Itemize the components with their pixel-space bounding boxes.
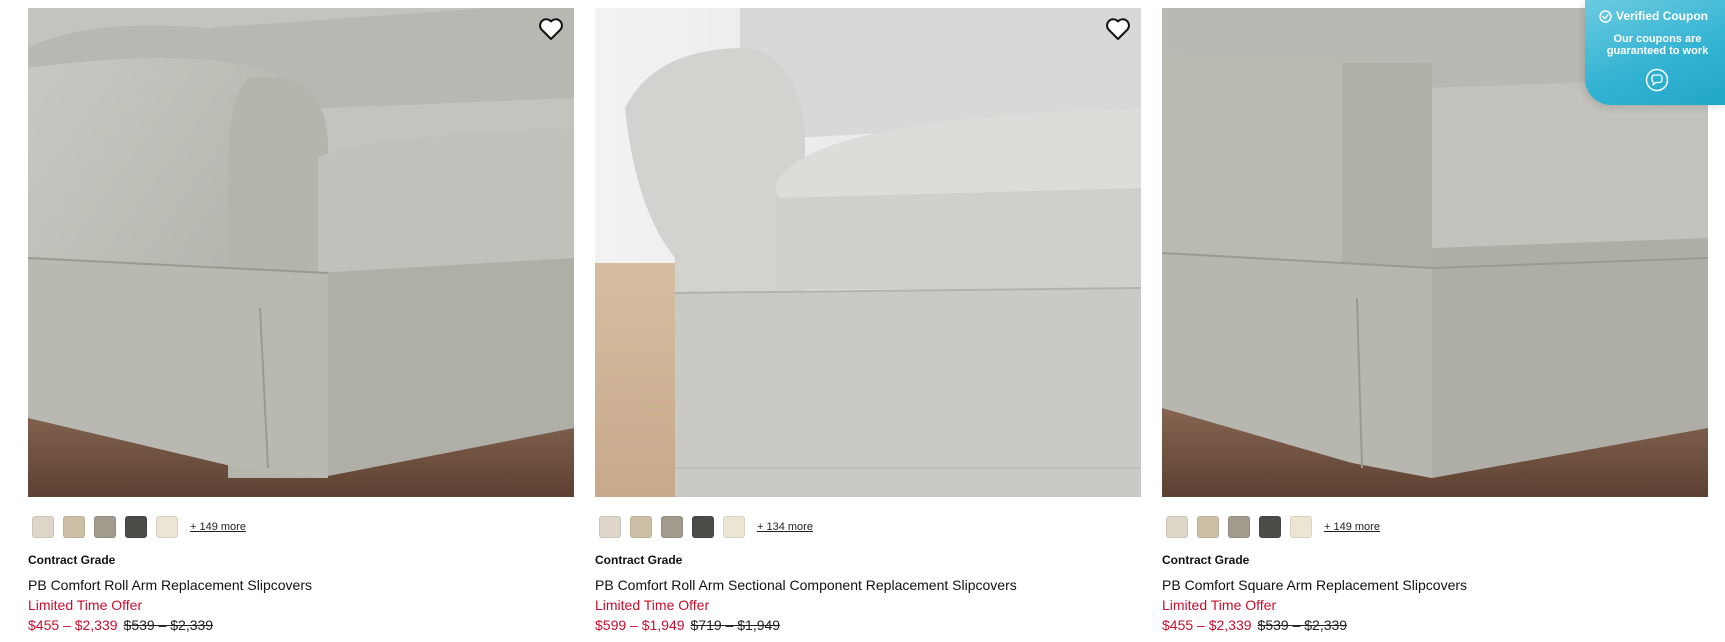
sale-price: $599 – $1,949 bbox=[595, 617, 685, 633]
product-grade: Contract Grade bbox=[28, 553, 116, 567]
color-swatch[interactable] bbox=[1197, 516, 1219, 538]
product-grid: + 149 more Contract Grade PB Comfort Rol… bbox=[28, 8, 1708, 633]
coupon-subtitle: Our coupons are guaranteed to work bbox=[1606, 33, 1709, 57]
product-grade: Contract Grade bbox=[595, 553, 683, 567]
chat-bubble-icon[interactable] bbox=[1645, 68, 1669, 92]
product-card[interactable]: + 149 more Contract Grade PB Comfort Rol… bbox=[28, 8, 574, 633]
swatch-row: + 134 more bbox=[599, 515, 1141, 539]
color-swatch[interactable] bbox=[1166, 516, 1188, 538]
price-row: $455 – $2,339 $539 – $2,339 bbox=[1162, 617, 1708, 633]
swatch-row: + 149 more bbox=[1166, 515, 1708, 539]
product-name-link[interactable]: PB Comfort Square Arm Replacement Slipco… bbox=[1162, 577, 1708, 593]
color-swatch[interactable] bbox=[723, 516, 745, 538]
color-swatch[interactable] bbox=[32, 516, 54, 538]
swatch-row: + 149 more bbox=[32, 515, 574, 539]
color-swatch[interactable] bbox=[94, 516, 116, 538]
color-swatch[interactable] bbox=[599, 516, 621, 538]
original-price: $539 – $2,339 bbox=[1257, 617, 1348, 633]
color-swatch[interactable] bbox=[156, 516, 178, 538]
color-swatch[interactable] bbox=[661, 516, 683, 538]
heart-outline-icon bbox=[539, 18, 563, 40]
product-image[interactable] bbox=[595, 8, 1141, 497]
roll-arm-sofa-photo bbox=[28, 8, 574, 497]
limited-offer-label: Limited Time Offer bbox=[595, 597, 710, 613]
color-swatch[interactable] bbox=[1228, 516, 1250, 538]
roll-arm-sectional-photo bbox=[595, 8, 1141, 497]
favorite-button[interactable] bbox=[536, 14, 566, 44]
product-grade: Contract Grade bbox=[1162, 553, 1250, 567]
verified-coupon-widget[interactable]: Verified Coupon Our coupons are guarante… bbox=[1585, 0, 1725, 105]
sale-price: $455 – $2,339 bbox=[28, 617, 118, 633]
color-swatch[interactable] bbox=[1259, 516, 1281, 538]
original-price: $719 – $1,949 bbox=[690, 617, 781, 633]
coupon-title: Verified Coupon bbox=[1616, 9, 1709, 23]
product-name-link[interactable]: PB Comfort Roll Arm Sectional Component … bbox=[595, 577, 1141, 593]
favorite-button[interactable] bbox=[1103, 14, 1133, 44]
heart-outline-icon bbox=[1106, 18, 1130, 40]
more-colors-link[interactable]: + 134 more bbox=[757, 521, 813, 533]
check-circle-icon bbox=[1599, 9, 1612, 23]
product-image[interactable] bbox=[28, 8, 574, 497]
sale-price: $455 – $2,339 bbox=[1162, 617, 1252, 633]
color-swatch[interactable] bbox=[630, 516, 652, 538]
more-colors-link[interactable]: + 149 more bbox=[1324, 521, 1380, 533]
price-row: $599 – $1,949 $719 – $1,949 bbox=[595, 617, 1141, 633]
original-price: $539 – $2,339 bbox=[123, 617, 214, 633]
color-swatch[interactable] bbox=[1290, 516, 1312, 538]
color-swatch[interactable] bbox=[125, 516, 147, 538]
price-row: $455 – $2,339 $539 – $2,339 bbox=[28, 617, 574, 633]
color-swatch[interactable] bbox=[692, 516, 714, 538]
product-name-link[interactable]: PB Comfort Roll Arm Replacement Slipcove… bbox=[28, 577, 574, 593]
color-swatch[interactable] bbox=[63, 516, 85, 538]
limited-offer-label: Limited Time Offer bbox=[1162, 597, 1277, 613]
product-card[interactable]: + 134 more Contract Grade PB Comfort Rol… bbox=[595, 8, 1141, 633]
limited-offer-label: Limited Time Offer bbox=[28, 597, 143, 613]
coupon-title-row: Verified Coupon bbox=[1599, 9, 1708, 23]
more-colors-link[interactable]: + 149 more bbox=[190, 521, 246, 533]
